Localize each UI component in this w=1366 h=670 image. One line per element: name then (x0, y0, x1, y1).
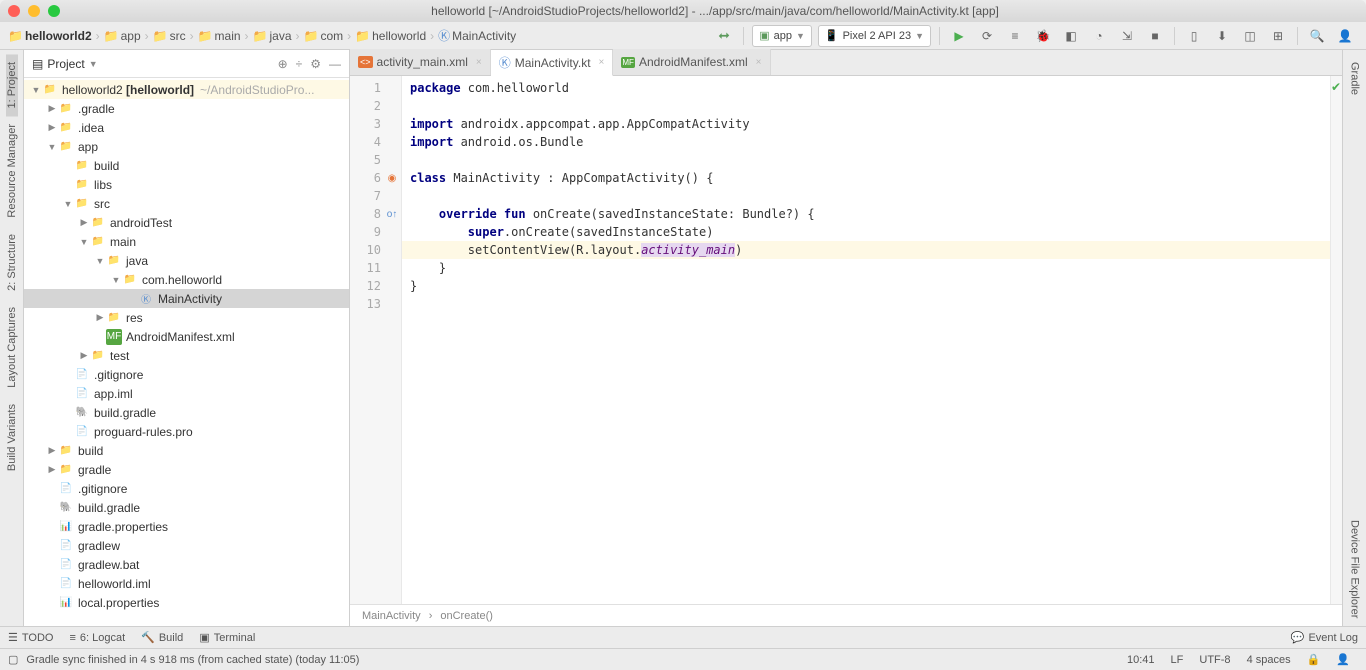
class-gutter-icon[interactable]: ◉ (384, 169, 400, 187)
tree-item[interactable]: 🐘build.gradle (24, 403, 349, 422)
rail-resource-manager[interactable]: Resource Manager (6, 116, 18, 226)
status-line-ending[interactable]: LF (1163, 654, 1192, 666)
rail-structure[interactable]: 2: Structure (6, 226, 18, 299)
tree-item[interactable]: 📊gradle.properties (24, 517, 349, 536)
tree-item[interactable]: 📁libs (24, 175, 349, 194)
debug-button[interactable]: 🐞 (1032, 25, 1054, 47)
left-tool-rail: 1: Project Resource Manager 2: Structure… (0, 50, 24, 626)
run-button[interactable]: ▶ (948, 25, 970, 47)
tree-item[interactable]: ▼📁src (24, 194, 349, 213)
tree-item[interactable]: ▶📁.idea (24, 118, 349, 137)
stop-button[interactable]: ■ (1144, 25, 1166, 47)
analysis-ok-icon: ✔ (1331, 80, 1341, 94)
tree-item[interactable]: ▶📁res (24, 308, 349, 327)
logcat-button[interactable]: ≡6: Logcat (69, 632, 125, 644)
editor-tabs: <>activity_main.xml× ⓀMainActivity.kt× M… (350, 50, 1342, 76)
attach-debugger-button[interactable]: ⇲ (1116, 25, 1138, 47)
device-dropdown[interactable]: 📱Pixel 2 API 23▼ (818, 25, 931, 47)
status-encoding[interactable]: UTF-8 (1191, 654, 1238, 666)
tree-item[interactable]: 📄.gitignore (24, 365, 349, 384)
sdk-manager-button[interactable]: ⬇ (1211, 25, 1233, 47)
status-indent[interactable]: 4 spaces (1239, 654, 1299, 666)
rail-project[interactable]: 1: Project (6, 54, 18, 116)
project-tree[interactable]: ▼📁 helloworld2 [helloworld] ~/AndroidStu… (24, 78, 349, 626)
right-tool-rail: Gradle Device File Explorer (1342, 50, 1366, 626)
terminal-button[interactable]: ▣Terminal (199, 631, 255, 644)
error-stripe[interactable]: ✔ (1330, 76, 1342, 604)
tree-root[interactable]: ▼📁 helloworld2 [helloworld] ~/AndroidStu… (24, 80, 349, 99)
status-message: Gradle sync finished in 4 s 918 ms (from… (18, 654, 367, 666)
close-icon[interactable]: × (472, 57, 482, 68)
project-panel-header: ▤ Project ▼ ⊕ ÷ ⚙ — (24, 50, 349, 78)
status-lock-icon[interactable]: 🔒 (1299, 653, 1329, 666)
editor-area: <>activity_main.xml× ⓀMainActivity.kt× M… (350, 50, 1342, 626)
run-config-dropdown[interactable]: ▣app▼ (752, 25, 812, 47)
tree-item[interactable]: ▼📁java (24, 251, 349, 270)
hide-panel-icon[interactable]: — (329, 57, 341, 71)
tab-activity-main[interactable]: <>activity_main.xml× (350, 49, 491, 75)
expand-all-icon[interactable]: ÷ (296, 57, 303, 71)
close-window-button[interactable] (8, 5, 20, 17)
rail-device-file-explorer[interactable]: Device File Explorer (1349, 512, 1361, 626)
override-gutter-icon[interactable]: o↑ (384, 205, 400, 223)
resource-manager-button[interactable]: ⊞ (1267, 25, 1289, 47)
tree-item-selected[interactable]: ⓀMainActivity (24, 289, 349, 308)
tree-item[interactable]: ▼📁app (24, 137, 349, 156)
tree-item[interactable]: 📄app.iml (24, 384, 349, 403)
layout-inspector-button[interactable]: ◫ (1239, 25, 1261, 47)
project-panel: ▤ Project ▼ ⊕ ÷ ⚙ — ▼📁 helloworld2 [hell… (24, 50, 350, 626)
tree-item[interactable]: 📄gradlew.bat (24, 555, 349, 574)
tree-item[interactable]: ▶📁.gradle (24, 99, 349, 118)
profile-button[interactable]: ◔ (1088, 25, 1110, 47)
tree-item[interactable]: 📄.gitignore (24, 479, 349, 498)
search-everywhere-button[interactable]: 🔍 (1306, 25, 1328, 47)
user-icon[interactable]: 👤 (1334, 25, 1356, 47)
close-icon[interactable]: × (752, 57, 762, 68)
bottom-tool-bar: ☰TODO ≡6: Logcat 🔨Build ▣Terminal 💬Event… (0, 626, 1366, 648)
tree-item[interactable]: 🐘build.gradle (24, 498, 349, 517)
status-ide-icon[interactable]: 👤 (1328, 653, 1358, 666)
tree-item[interactable]: ▶📁build (24, 441, 349, 460)
maximize-window-button[interactable] (48, 5, 60, 17)
tree-item[interactable]: 📄gradlew (24, 536, 349, 555)
rail-build-variants[interactable]: Build Variants (6, 396, 18, 479)
todo-button[interactable]: ☰TODO (8, 631, 53, 644)
select-opened-file-icon[interactable]: ⊕ (278, 57, 288, 71)
coverage-button[interactable]: ◧ (1060, 25, 1082, 47)
close-icon[interactable]: × (595, 57, 605, 68)
minimize-window-button[interactable] (28, 5, 40, 17)
navigation-bar: 📁helloworld2› 📁app› 📁src› 📁main› 📁java› … (0, 22, 1366, 50)
tree-item[interactable]: ▶📁test (24, 346, 349, 365)
tree-item[interactable]: ▶📁androidTest (24, 213, 349, 232)
titlebar: helloworld [~/AndroidStudioProjects/hell… (0, 0, 1366, 22)
sync-gradle-button[interactable] (713, 25, 735, 47)
window-title: helloworld [~/AndroidStudioProjects/hell… (72, 4, 1358, 18)
tree-item[interactable]: ▼📁com.helloworld (24, 270, 349, 289)
tree-item[interactable]: 📄proguard-rules.pro (24, 422, 349, 441)
event-log-button[interactable]: 💬Event Log (1291, 631, 1358, 644)
status-time: 10:41 (1119, 654, 1163, 666)
editor-breadcrumb[interactable]: MainActivity›onCreate() (350, 604, 1342, 626)
rail-gradle[interactable]: Gradle (1349, 54, 1361, 103)
apply-changes-button[interactable]: ⟳ (976, 25, 998, 47)
apply-code-button[interactable]: ≡ (1004, 25, 1026, 47)
tree-item[interactable]: MFAndroidManifest.xml (24, 327, 349, 346)
tab-main-activity[interactable]: ⓀMainActivity.kt× (491, 50, 614, 76)
tree-item[interactable]: 📄helloworld.iml (24, 574, 349, 593)
avd-manager-button[interactable]: ▯ (1183, 25, 1205, 47)
code-editor[interactable]: 12345678910111213 ◉ o↑ package com.hello… (350, 76, 1342, 604)
tree-item[interactable]: ▶📁gradle (24, 460, 349, 479)
settings-icon[interactable]: ⚙ (310, 57, 321, 71)
tree-item[interactable]: 📊local.properties (24, 593, 349, 612)
status-msg-icon[interactable]: ▢ (8, 653, 18, 666)
status-bar: ▢ Gradle sync finished in 4 s 918 ms (fr… (0, 648, 1366, 670)
breadcrumb[interactable]: 📁helloworld2› 📁app› 📁src› 📁main› 📁java› … (4, 27, 520, 44)
tree-item[interactable]: 📁build (24, 156, 349, 175)
tab-android-manifest[interactable]: MFAndroidManifest.xml× (613, 49, 770, 75)
build-button[interactable]: 🔨Build (141, 631, 183, 644)
tree-item[interactable]: ▼📁main (24, 232, 349, 251)
rail-layout-captures[interactable]: Layout Captures (6, 299, 18, 396)
